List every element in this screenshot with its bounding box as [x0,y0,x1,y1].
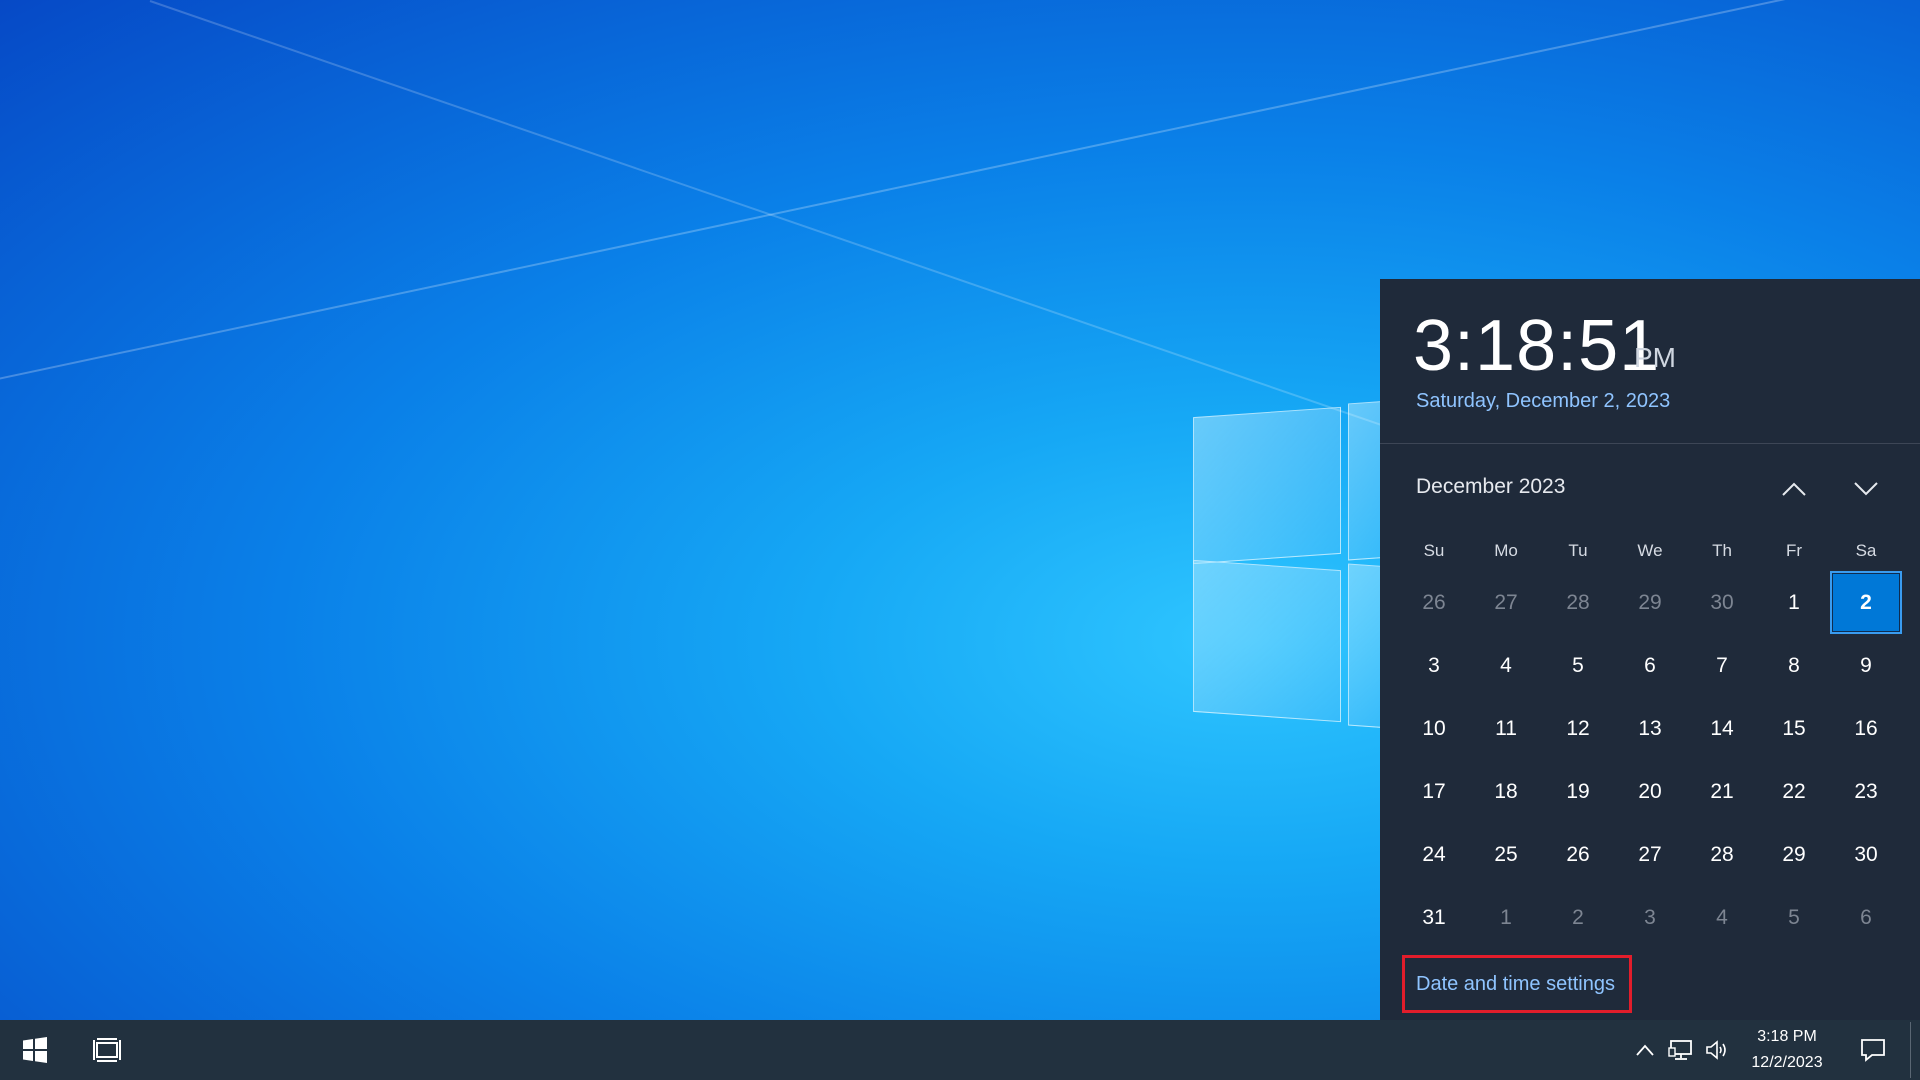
calendar-day[interactable]: 28 [1542,571,1614,634]
calendar-day[interactable]: 6 [1614,634,1686,697]
windows-logo-pane-top-left [1193,406,1341,565]
calendar-day[interactable]: 9 [1830,634,1902,697]
weekday-header: Fr [1785,541,1803,560]
calendar-day[interactable]: 29 [1614,571,1686,634]
weekday-header: Mo [1494,541,1518,560]
calendar-day[interactable]: 31 [1398,886,1470,949]
calendar-day[interactable]: 29 [1758,823,1830,886]
show-desktop-button[interactable] [1910,1022,1911,1078]
flyout-date[interactable]: Saturday, December 2, 2023 [1416,390,1670,413]
calendar-day[interactable]: 4 [1686,886,1758,949]
month-year-label[interactable]: December 2023 [1416,475,1565,499]
speaker-icon [1706,1040,1726,1060]
calendar-day[interactable]: 14 [1686,697,1758,760]
calendar-day[interactable]: 27 [1470,571,1542,634]
calendar-day[interactable]: 25 [1470,823,1542,886]
calendar-day[interactable]: 3 [1614,886,1686,949]
calendar-day[interactable]: 17 [1398,760,1470,823]
calendar-day[interactable]: 26 [1542,823,1614,886]
taskbar-clock[interactable]: 3:18 PM 12/2/2023 [1740,1020,1834,1080]
calendar-day[interactable]: 30 [1686,571,1758,634]
task-view-button[interactable] [72,1020,142,1080]
weekday-header: Sa [1855,541,1877,560]
flyout-clock-time: 3:18:51 [1413,306,1661,386]
calendar-day[interactable]: 3 [1398,634,1470,697]
calendar-day[interactable]: 5 [1758,886,1830,949]
calendar-day[interactable]: 27 [1614,823,1686,886]
calendar-day[interactable]: 15 [1758,697,1830,760]
calendar-day[interactable]: 1 [1758,571,1830,634]
calendar-day[interactable]: 10 [1398,697,1470,760]
chevron-down-icon [1854,482,1878,496]
calendar-day[interactable]: 1 [1470,886,1542,949]
network-icon [1668,1040,1692,1060]
calendar-day[interactable]: 11 [1470,697,1542,760]
calendar-day-today[interactable]: 2 [1830,571,1902,634]
weekday-header: Th [1712,541,1732,560]
flyout-clock-ampm: PM [1634,342,1676,373]
weekday-header: Su [1423,541,1445,560]
calendar-day[interactable]: 30 [1830,823,1902,886]
action-center-button[interactable] [1850,1020,1896,1080]
calendar-grid: Su Mo Tu We Th Fr Sa 26 27 28 29 30 1 2 … [1398,531,1902,949]
notification-icon [1861,1039,1885,1062]
calendar-day[interactable]: 12 [1542,697,1614,760]
calendar-day[interactable]: 21 [1686,760,1758,823]
weekday-header: Tu [1568,541,1588,560]
calendar-day[interactable]: 4 [1470,634,1542,697]
previous-month-button[interactable] [1772,469,1816,509]
calendar-day[interactable]: 23 [1830,760,1902,823]
calendar-day[interactable]: 13 [1614,697,1686,760]
chevron-up-icon [1636,1044,1654,1056]
calendar-day[interactable]: 22 [1758,760,1830,823]
calendar-day[interactable]: 7 [1686,634,1758,697]
calendar-day[interactable]: 20 [1614,760,1686,823]
show-hidden-icons-button[interactable] [1630,1020,1660,1080]
volume-button[interactable] [1702,1020,1734,1080]
weekday-header: We [1637,541,1663,560]
taskbar: 3:18 PM 12/2/2023 [0,1020,1920,1080]
flyout-divider [1380,443,1920,444]
calendar-day[interactable]: 26 [1398,571,1470,634]
calendar-day[interactable]: 28 [1686,823,1758,886]
calendar-day[interactable]: 19 [1542,760,1614,823]
calendar-day[interactable]: 2 [1542,886,1614,949]
windows-logo-pane-bottom-left [1193,559,1341,723]
network-button[interactable] [1664,1020,1698,1080]
next-month-button[interactable] [1844,469,1888,509]
date-time-settings-link[interactable]: Date and time settings [1402,955,1632,1013]
calendar-flyout: 3:18:51 PM Saturday, December 2, 2023 De… [1380,279,1920,1020]
calendar-day[interactable]: 8 [1758,634,1830,697]
calendar-day[interactable]: 5 [1542,634,1614,697]
calendar-day[interactable]: 18 [1470,760,1542,823]
start-button[interactable] [0,1020,70,1080]
taskbar-clock-time: 3:18 PM [1757,1028,1817,1045]
chevron-up-icon [1782,482,1806,496]
calendar-day[interactable]: 16 [1830,697,1902,760]
taskbar-clock-date: 12/2/2023 [1751,1054,1823,1071]
windows-logo-icon [23,1037,47,1063]
calendar-day[interactable]: 24 [1398,823,1470,886]
calendar-day[interactable]: 6 [1830,886,1902,949]
task-view-icon [93,1038,121,1062]
